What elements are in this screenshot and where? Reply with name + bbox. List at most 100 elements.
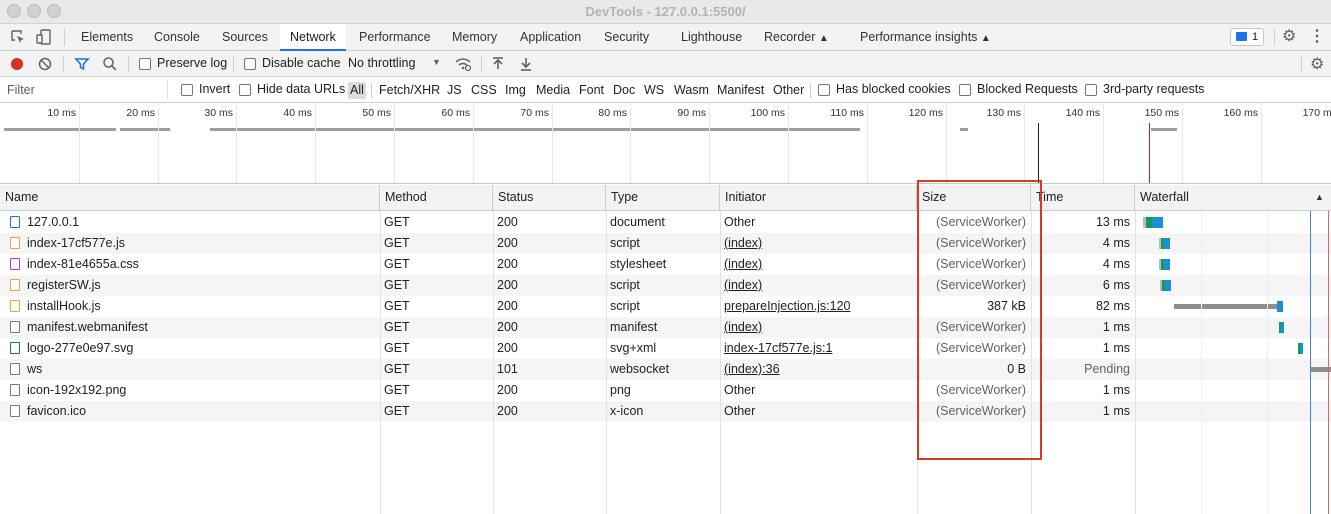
request-initiator[interactable]: (index) (724, 275, 914, 296)
waterfall-bar (1152, 217, 1163, 228)
has-blocked-cookies-checkbox[interactable] (818, 84, 830, 96)
type-filter-manifest[interactable]: Manifest (715, 82, 766, 99)
overview-tick-label: 20 ms (126, 107, 155, 119)
request-initiator[interactable]: (index) (724, 317, 914, 338)
request-method: GET (384, 362, 410, 376)
load-event-line (1149, 123, 1150, 183)
tab-sources[interactable]: Sources (222, 24, 268, 51)
type-filter-all[interactable]: All (348, 82, 366, 99)
tab-recorder-label: Recorder (764, 30, 816, 44)
third-party-requests-checkbox[interactable] (1085, 84, 1097, 96)
tab-security[interactable]: Security (604, 24, 649, 51)
tab-performance-insights[interactable]: Performance insights ▲ (860, 24, 991, 51)
type-filter-media[interactable]: Media (534, 82, 572, 99)
tab-recorder[interactable]: Recorder ▲ (764, 24, 829, 51)
overview-gridline (473, 103, 474, 183)
request-time: 82 ms (1095, 299, 1130, 313)
request-initiator: Other (724, 404, 756, 418)
type-filter-css[interactable]: CSS (469, 82, 499, 99)
filter-input[interactable] (2, 80, 168, 99)
request-time: 1 ms (1102, 404, 1130, 418)
search-icon[interactable] (102, 56, 118, 72)
invert-checkbox[interactable] (181, 84, 193, 96)
settings-gear-icon[interactable]: ⚙ (1282, 28, 1300, 46)
more-options-icon[interactable]: ⋮ (1309, 28, 1327, 46)
network-conditions-icon[interactable] (454, 55, 472, 73)
column-header-name[interactable]: Name (0, 185, 380, 211)
request-row[interactable]: manifest.webmanifest GET 200 manifest (index… (0, 317, 1331, 338)
column-header-waterfall[interactable]: Waterfall ▲ (1135, 185, 1331, 211)
column-divider[interactable] (493, 211, 494, 514)
file-icon (10, 321, 20, 333)
blocked-requests-checkbox[interactable] (959, 84, 971, 96)
type-filter-doc[interactable]: Doc (611, 82, 637, 99)
type-filter-img[interactable]: Img (503, 82, 528, 99)
type-filter-ws[interactable]: WS (642, 82, 666, 99)
tab-memory[interactable]: Memory (452, 24, 497, 51)
request-row[interactable]: ws GET 101 websocket (index):36 0 B Pending (0, 359, 1331, 380)
stylesheet-icon (10, 258, 20, 270)
request-initiator[interactable]: (index) (724, 233, 914, 254)
request-row[interactable]: 127.0.0.1 GET 200 document Other (ServiceWork… (0, 212, 1331, 233)
request-status: 101 (497, 362, 518, 376)
column-divider[interactable] (380, 211, 381, 514)
chevron-down-icon: ▼ (432, 57, 441, 67)
column-header-method[interactable]: Method (380, 185, 493, 211)
type-filter-other[interactable]: Other (771, 82, 806, 99)
export-har-icon[interactable] (519, 56, 533, 72)
overview-gridline (1182, 103, 1183, 183)
import-har-icon[interactable] (491, 56, 505, 72)
request-initiator[interactable]: prepareInjection.js:120 (724, 296, 914, 317)
request-initiator[interactable]: index-17cf577e.js:1 (724, 338, 914, 359)
tab-elements[interactable]: Elements (81, 24, 133, 51)
request-row[interactable]: index-81e4655a.css GET 200 stylesheet (index… (0, 254, 1331, 275)
column-header-time[interactable]: Time (1031, 185, 1135, 211)
toolbar-divider (63, 56, 64, 72)
record-icon[interactable] (11, 58, 23, 70)
tab-application[interactable]: Application (520, 24, 581, 51)
request-row[interactable]: registerSW.js GET 200 script (index) (Service… (0, 275, 1331, 296)
column-divider[interactable] (606, 211, 607, 514)
issues-badge[interactable]: 1 (1230, 28, 1264, 46)
column-header-type[interactable]: Type (606, 185, 720, 211)
throttling-select[interactable]: No throttling ▼ (348, 56, 448, 72)
request-initiator[interactable]: (index):36 (724, 359, 914, 380)
request-method: GET (384, 278, 410, 292)
type-filter-js[interactable]: JS (445, 82, 464, 99)
column-divider[interactable] (1135, 211, 1136, 514)
preserve-log-checkbox[interactable] (139, 58, 151, 70)
tab-console[interactable]: Console (154, 24, 200, 51)
device-toolbar-icon[interactable] (35, 28, 53, 46)
toolbar-divider (1274, 29, 1275, 46)
tab-lighthouse[interactable]: Lighthouse (681, 24, 742, 51)
timeline-overview[interactable]: 10 ms 20 ms 30 ms 40 ms 50 ms 60 ms 70 ms 80 ms… (0, 103, 1331, 184)
clear-icon[interactable] (38, 57, 52, 71)
column-header-status[interactable]: Status (493, 185, 606, 211)
waterfall-bar (1281, 322, 1284, 333)
request-initiator[interactable]: (index) (724, 254, 914, 275)
column-header-initiator[interactable]: Initiator (720, 185, 917, 211)
document-icon (10, 216, 20, 228)
tab-performance[interactable]: Performance (359, 24, 431, 51)
request-row[interactable]: favicon.ico GET 200 x-icon Other (ServiceWork… (0, 401, 1331, 422)
disable-cache-checkbox[interactable] (244, 58, 256, 70)
request-row[interactable]: icon-192x192.png GET 200 png Other (ServiceWo… (0, 380, 1331, 401)
request-row[interactable]: installHook.js GET 200 script prepareInjecti… (0, 296, 1331, 317)
request-time: Pending (1084, 362, 1130, 376)
type-filter-fetch-xhr[interactable]: Fetch/XHR (377, 82, 442, 99)
network-settings-gear-icon[interactable]: ⚙ (1310, 54, 1324, 74)
request-row[interactable]: index-17cf577e.js GET 200 script (index) (Ser… (0, 233, 1331, 254)
type-filter-font[interactable]: Font (577, 82, 606, 99)
tab-network[interactable]: Network (280, 24, 346, 51)
file-icon (10, 363, 20, 375)
tab-performance-insights-label: Performance insights (860, 30, 978, 44)
request-row[interactable]: logo-277e0e97.svg GET 200 svg+xml index-17cf… (0, 338, 1331, 359)
overview-tick-label: 160 ms (1223, 107, 1258, 119)
overview-tick-label: 120 ms (908, 107, 943, 119)
column-divider[interactable] (720, 211, 721, 514)
filter-funnel-icon[interactable] (74, 56, 90, 72)
inspect-element-icon[interactable] (9, 28, 27, 46)
type-filter-wasm[interactable]: Wasm (672, 82, 711, 99)
request-method: GET (384, 236, 410, 250)
hide-data-urls-checkbox[interactable] (239, 84, 251, 96)
